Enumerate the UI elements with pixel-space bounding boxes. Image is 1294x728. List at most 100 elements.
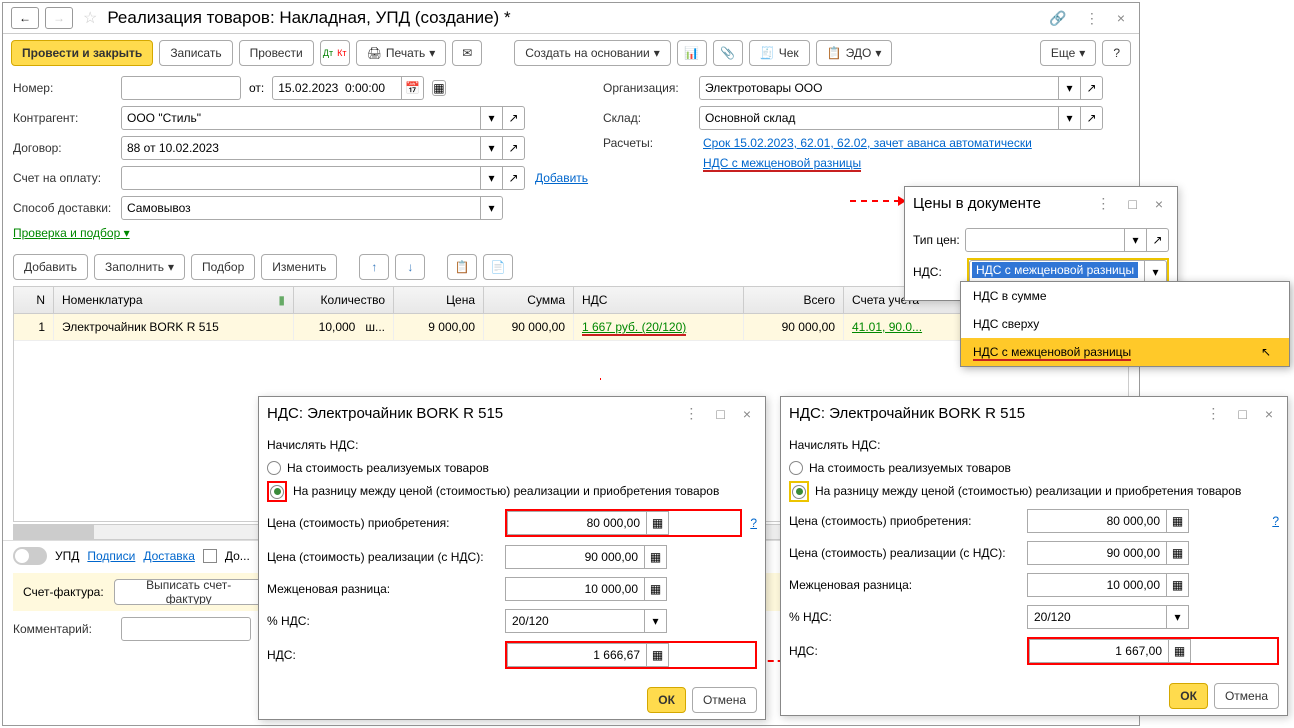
mail-icon[interactable]: ✉ [452,40,482,66]
col-vat[interactable]: НДС [574,287,744,313]
attach-icon[interactable]: 📎 [713,40,743,66]
move-down-button[interactable]: ↓ [395,254,425,280]
chevron-down-icon[interactable]: ▾ [1059,106,1081,130]
calc-icon[interactable]: ▦ [1167,541,1189,565]
menu-icon[interactable]: ⋮ [1200,403,1226,424]
calc-icon[interactable]: ▦ [1167,509,1189,533]
number-input[interactable] [121,76,241,100]
calc-icon[interactable]: ▦ [645,545,667,569]
help-button[interactable]: ? [1102,40,1131,66]
more-button[interactable]: Еще ▾ [1040,40,1096,66]
back-button[interactable]: ← [11,7,39,29]
edit-button[interactable]: Изменить [261,254,337,280]
close-icon[interactable]: × [1149,194,1169,214]
move-up-button[interactable]: ↑ [359,254,389,280]
save-button[interactable]: Записать [159,40,232,66]
dt-kt-icon[interactable]: ДтКт [320,40,350,66]
cancel-button[interactable]: Отмена [1214,683,1279,709]
price-type-input[interactable] [965,228,1125,252]
price-real-input[interactable] [505,545,645,569]
close-icon[interactable]: × [737,404,757,424]
menu-icon[interactable]: ⋮ [1079,8,1105,29]
warehouse-input[interactable] [699,106,1059,130]
open-icon[interactable]: ↗ [1081,76,1103,100]
radio-opt2[interactable] [270,485,284,499]
calc-icon[interactable]: ▦ [647,643,669,667]
close-icon[interactable]: × [1111,8,1131,28]
add-link[interactable]: Добавить [535,171,588,185]
chevron-down-icon[interactable]: ▾ [645,609,667,633]
price-acq-input[interactable] [1027,509,1167,533]
contragent-input[interactable] [121,106,481,130]
reports-icon[interactable]: 📊 [677,40,707,66]
add-button[interactable]: Добавить [13,254,88,280]
calc-icon[interactable]: ▦ [647,511,669,535]
calc-icon[interactable]: ▦ [645,577,667,601]
chevron-down-icon[interactable]: ▾ [1125,228,1147,252]
form-mode-icon[interactable]: ▦ [432,80,445,96]
select-button[interactable]: Подбор [191,254,255,280]
cell-vat[interactable]: 1 667 руб. (20/120) [574,314,744,340]
open-icon[interactable]: ↗ [503,106,525,130]
close-icon[interactable]: × [1259,404,1279,424]
rate-input[interactable] [505,609,645,633]
cancel-button[interactable]: Отмена [692,687,757,713]
link-icon[interactable]: 🔗 [1043,8,1072,29]
calc-link[interactable]: Срок 15.02.2023, 62.01, 62.02, зачет ава… [703,136,1032,150]
paste-button[interactable]: 📄 [483,254,513,280]
delivery-link[interactable]: Доставка [143,549,195,563]
forward-button[interactable]: → [45,7,73,29]
price-real-input[interactable] [1027,541,1167,565]
upd-toggle[interactable] [13,547,47,565]
diff-input[interactable] [505,577,645,601]
rate-input[interactable] [1027,605,1167,629]
open-icon[interactable]: ↗ [503,166,525,190]
calendar-icon[interactable]: 📅 [402,76,424,100]
col-sum[interactable]: Сумма [484,287,574,313]
sign-link[interactable]: Подписи [87,549,135,563]
edo-button[interactable]: 📋 ЭДО ▾ [816,40,893,66]
dropdown-option-selected[interactable]: НДС с межценовой разницы↖ [961,338,1289,366]
col-n[interactable]: N [14,287,54,313]
vat-link[interactable]: НДС с межценовой разницы [703,156,861,172]
post-button[interactable]: Провести [239,40,314,66]
open-icon[interactable]: ↗ [1147,228,1169,252]
radio-opt2[interactable] [792,485,806,499]
maximize-icon[interactable]: □ [1122,194,1142,214]
cell-accounts[interactable]: 41.01, 90.0... [844,314,964,340]
calc-icon[interactable]: ▦ [1167,573,1189,597]
do-checkbox[interactable] [203,549,217,563]
open-icon[interactable]: ↗ [1081,106,1103,130]
chevron-down-icon[interactable]: ▾ [481,106,503,130]
col-quantity[interactable]: Количество [294,287,394,313]
comment-input[interactable] [121,617,251,641]
contract-input[interactable] [121,136,481,160]
date-input[interactable] [272,76,402,100]
maximize-icon[interactable]: □ [1232,404,1252,424]
dropdown-option[interactable]: НДС сверху [961,310,1289,338]
chevron-down-icon[interactable]: ▾ [481,196,503,220]
ok-button[interactable]: ОК [647,687,686,713]
dropdown-option[interactable]: НДС в сумме [961,282,1289,310]
calc-icon[interactable]: ▦ [1169,639,1191,663]
print-button[interactable]: 🖨 Печать ▾ [356,40,447,66]
maximize-icon[interactable]: □ [710,404,730,424]
menu-icon[interactable]: ⋮ [678,403,704,424]
check-link[interactable]: Проверка и подбор ▾ [13,226,130,240]
delivery-input[interactable] [121,196,481,220]
diff-input[interactable] [1027,573,1167,597]
chevron-down-icon[interactable]: ▾ [481,166,503,190]
sf-button[interactable]: Выписать счет-фактуру [114,579,264,605]
radio-opt1[interactable] [267,461,281,475]
invoice-input[interactable] [121,166,481,190]
vat-amount-input[interactable] [1029,639,1169,663]
cheque-button[interactable]: 🧾 Чек [749,40,810,66]
org-input[interactable] [699,76,1059,100]
ok-button[interactable]: ОК [1169,683,1208,709]
chevron-down-icon[interactable]: ▾ [481,136,503,160]
fill-button[interactable]: Заполнить ▾ [94,254,185,280]
chevron-down-icon[interactable]: ▾ [1059,76,1081,100]
price-acq-input[interactable] [507,511,647,535]
chevron-down-icon[interactable]: ▾ [1167,605,1189,629]
vat-amount-input[interactable] [507,643,647,667]
